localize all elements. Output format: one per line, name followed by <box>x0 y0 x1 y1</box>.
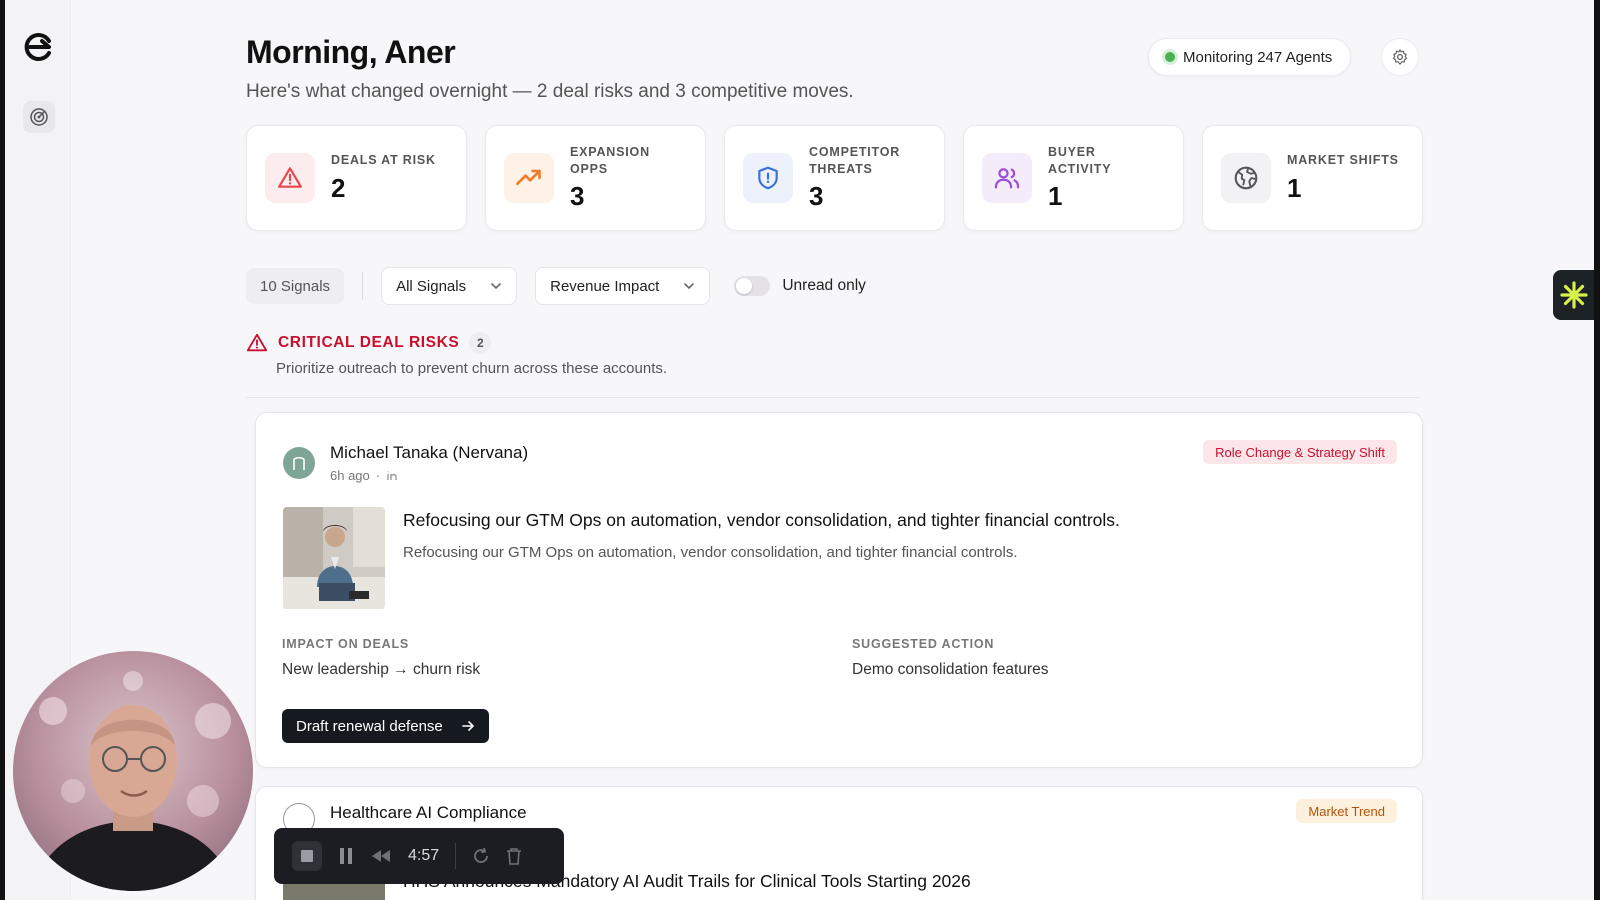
signal-meta: 6h ago · <box>330 468 399 483</box>
stat-value: 1 <box>1287 172 1302 203</box>
stop-icon <box>301 850 313 862</box>
post-thumbnail-image <box>283 507 385 609</box>
stat-label-line2: OPPS <box>570 161 608 176</box>
rewind-icon[interactable] <box>370 848 392 864</box>
stat-label: MARKET SHIFTS <box>1287 153 1399 168</box>
radar-nav-button[interactable] <box>23 101 55 133</box>
stat-card-expansion-opps[interactable]: EXPANSION OPPS 3 <box>485 125 706 231</box>
sort-select[interactable]: Revenue Impact <box>535 267 711 305</box>
screen-frame-right <box>1594 0 1600 900</box>
avatar <box>283 447 315 479</box>
signal-filter-value: All Signals <box>396 277 467 295</box>
stats-row: DEALS AT RISK 2 EXPANSION OPPS 3 COMPETI… <box>246 125 1423 231</box>
person-icon <box>293 456 305 470</box>
stat-label-line1: EXPANSION <box>570 144 650 159</box>
unread-only-toggle[interactable]: Unread only <box>734 276 866 296</box>
page-title: Morning, Aner <box>246 34 456 70</box>
toolbar-divider <box>362 272 364 300</box>
globe-icon <box>1234 166 1258 190</box>
sparkle-icon <box>1559 281 1588 309</box>
alert-triangle-icon <box>246 333 268 352</box>
radar-icon <box>30 108 48 126</box>
stat-card-deals-at-risk[interactable]: DEALS AT RISK 2 <box>246 125 467 231</box>
signal-card[interactable]: Michael Tanaka (Nervana) 6h ago · Role C… <box>255 412 1423 768</box>
section-divider <box>246 397 1420 398</box>
shield-alert-icon <box>758 166 778 190</box>
signal-source-name[interactable]: Michael Tanaka (Nervana) <box>330 443 528 463</box>
unread-only-label: Unread only <box>782 277 866 294</box>
stat-icon-box <box>743 153 793 203</box>
cta-label: Draft renewal defense <box>296 717 443 735</box>
arrow-right-icon <box>461 721 474 731</box>
chevron-down-icon <box>491 283 501 290</box>
impact-value: New leadership → churn risk <box>282 661 481 678</box>
section-count-badge: 2 <box>469 332 492 354</box>
signal-category-tag: Role Change & Strategy Shift <box>1203 440 1397 464</box>
stat-text: EXPANSION OPPS 3 <box>570 144 650 213</box>
stat-text: COMPETITOR THREATS 3 <box>809 144 900 213</box>
trash-icon[interactable] <box>506 847 522 865</box>
stat-icon-box <box>504 153 554 203</box>
section-title: CRITICAL DEAL RISKS <box>278 334 460 351</box>
sort-select-value: Revenue Impact <box>550 277 660 295</box>
signal-category-tag: Market Trend <box>1296 799 1397 823</box>
impact-label: IMPACT ON DEALS <box>282 637 410 651</box>
linkedin-icon[interactable] <box>386 469 399 482</box>
recording-control-bar: 4:57 <box>274 828 564 884</box>
suggested-action-label: SUGGESTED ACTION <box>852 637 995 651</box>
stop-recording-button[interactable] <box>292 841 322 871</box>
recording-timer: 4:57 <box>408 847 440 864</box>
settings-button[interactable] <box>1381 38 1419 76</box>
live-status-dot <box>1165 52 1175 62</box>
webcam-overlay <box>13 651 253 891</box>
post-thumbnail <box>283 507 385 609</box>
signal-source-name[interactable]: Healthcare AI Compliance <box>330 803 527 823</box>
stat-label: DEALS AT RISK <box>331 153 436 168</box>
signal-count-chip: 10 Signals <box>246 268 345 304</box>
stat-label-line2: THREATS <box>809 161 873 176</box>
draft-renewal-defense-button[interactable]: Draft renewal defense <box>282 709 489 743</box>
toggle-switch[interactable] <box>734 276 771 296</box>
recorder-divider <box>455 843 457 869</box>
stat-text: MARKET SHIFTS 1 <box>1287 152 1399 204</box>
restart-icon[interactable] <box>472 847 490 865</box>
gear-icon <box>1392 49 1408 65</box>
stat-card-competitor-threats[interactable]: COMPETITOR THREATS 3 <box>724 125 945 231</box>
stat-label-line1: BUYER <box>1048 144 1096 159</box>
webcam-video-feed <box>13 651 253 891</box>
filter-toolbar: 10 Signals All Signals Revenue Impact Un… <box>246 266 866 306</box>
stat-text: BUYER ACTIVITY 1 <box>1048 144 1111 213</box>
pause-icon[interactable] <box>338 847 354 865</box>
stat-value: 3 <box>570 181 585 212</box>
stat-label-line1: COMPETITOR <box>809 144 901 159</box>
suggested-action-value: Demo consolidation features <box>852 661 1049 678</box>
monitoring-label: Monitoring 247 Agents <box>1183 48 1333 66</box>
stat-card-buyer-activity[interactable]: BUYER ACTIVITY 1 <box>963 125 1184 231</box>
stat-text: DEALS AT RISK 2 <box>331 152 436 204</box>
monitoring-status-pill[interactable]: Monitoring 247 Agents <box>1148 38 1352 76</box>
post-excerpt: Refocusing our GTM Ops on automation, ve… <box>403 544 1018 561</box>
stat-icon-box <box>982 153 1032 203</box>
critical-deal-risks-header: CRITICAL DEAL RISKS 2 <box>246 332 492 354</box>
app-logo-icon[interactable] <box>22 30 56 64</box>
meta-separator-dot: · <box>375 468 381 483</box>
post-title[interactable]: Refocusing our GTM Ops on automation, ve… <box>403 510 1120 531</box>
stat-value: 1 <box>1048 181 1063 212</box>
stat-icon-box <box>1221 153 1271 203</box>
page-subtitle: Here's what changed overnight — 2 deal r… <box>246 81 854 102</box>
chevron-down-icon <box>684 283 695 290</box>
section-description: Prioritize outreach to prevent churn acr… <box>276 360 668 377</box>
stat-label-line2: ACTIVITY <box>1048 161 1112 176</box>
stat-value: 2 <box>331 172 346 203</box>
trending-up-icon <box>516 169 541 186</box>
stat-value: 3 <box>809 181 824 212</box>
signal-time: 6h ago <box>330 468 370 483</box>
stat-icon-box <box>265 153 315 203</box>
alert-triangle-icon <box>278 167 302 188</box>
users-icon <box>994 168 1020 189</box>
assistant-side-tab[interactable] <box>1553 270 1594 320</box>
stat-card-market-shifts[interactable]: MARKET SHIFTS 1 <box>1202 125 1423 231</box>
signal-filter-select[interactable]: All Signals <box>381 267 518 305</box>
